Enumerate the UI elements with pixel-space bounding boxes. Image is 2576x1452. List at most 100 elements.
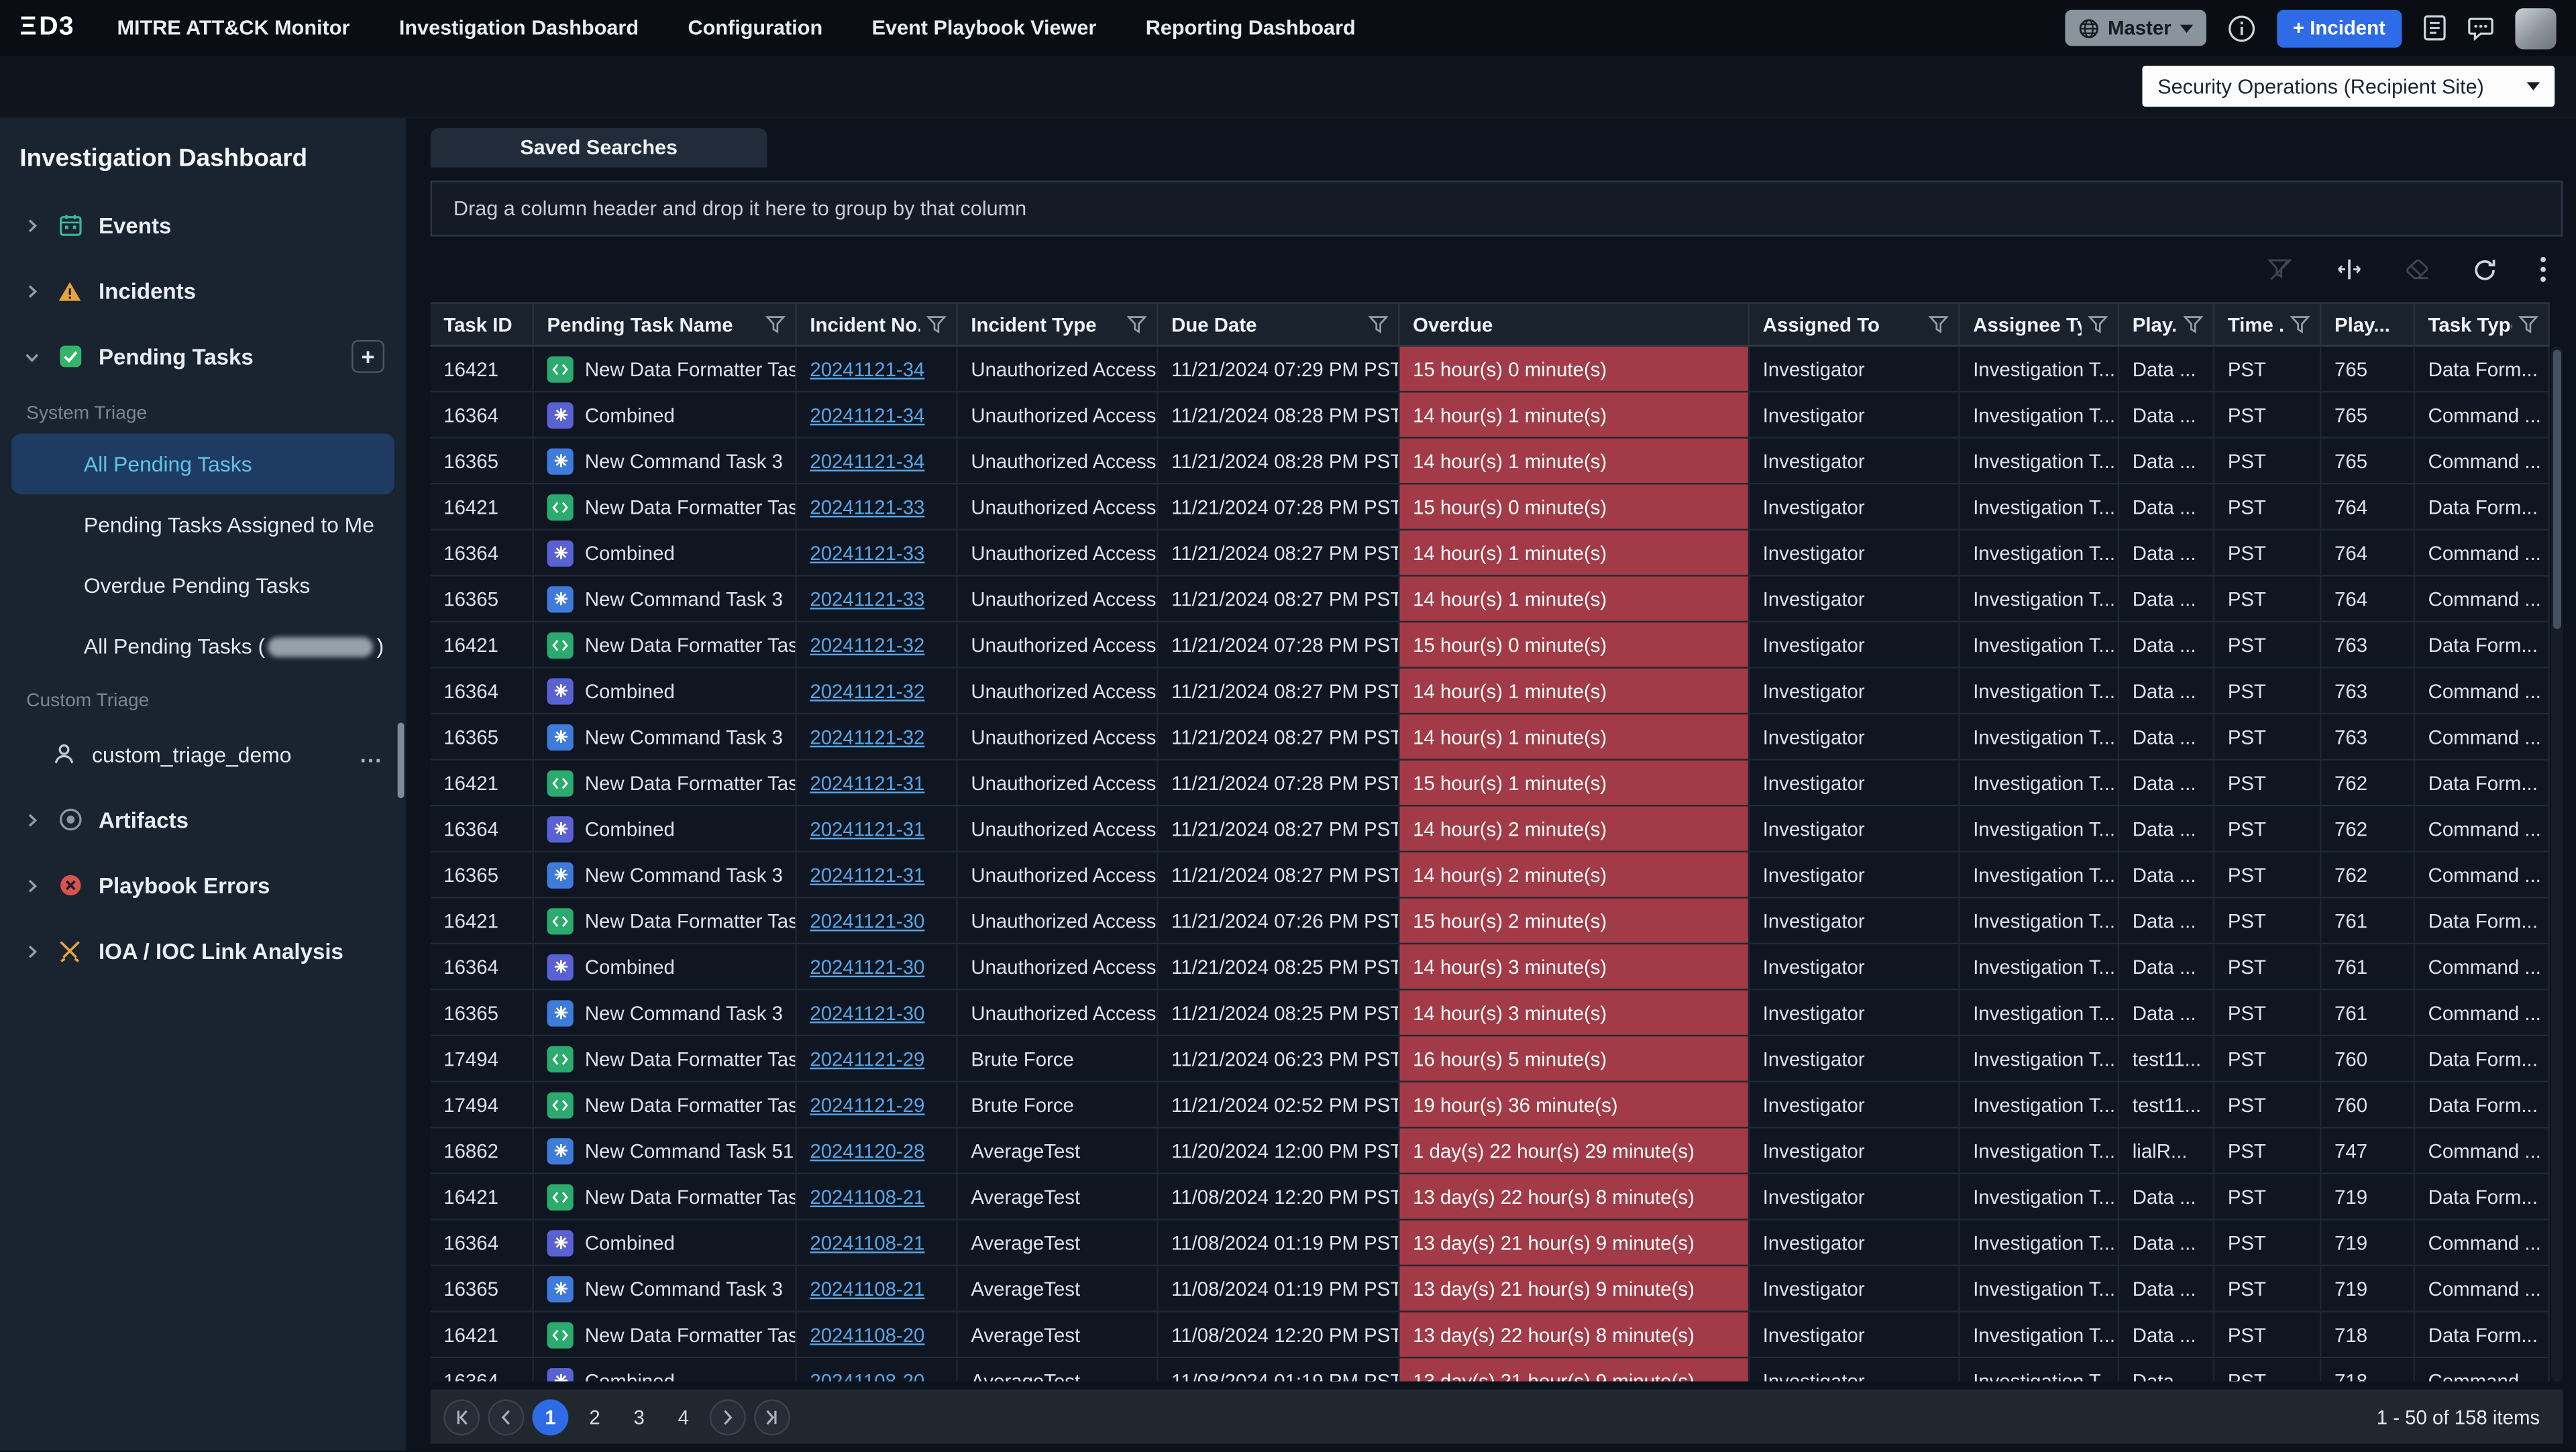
incident-link[interactable]: 20241108-20 — [810, 1369, 924, 1381]
table-row[interactable]: 17494New Data Formatter Task 6820241121-… — [431, 1036, 2550, 1082]
filter-icon[interactable] — [1922, 315, 1948, 333]
pager-page-2[interactable]: 2 — [577, 1398, 613, 1435]
sidebar-item-ioa-ioc-link-analysis[interactable]: IOA / IOC Link Analysis — [0, 918, 406, 984]
sidebar-item-overdue-pending-tasks[interactable]: Overdue Pending Tasks — [11, 555, 394, 616]
pager-last-button[interactable] — [754, 1398, 790, 1435]
column-header-playbook[interactable]: Play... — [2119, 304, 2214, 345]
table-row[interactable]: 16862New Command Task 5120241120-28Avera… — [431, 1128, 2550, 1174]
incident-link[interactable]: 20241108-21 — [810, 1185, 924, 1208]
filter-icon[interactable] — [2177, 315, 2203, 333]
table-row[interactable]: 16421New Data Formatter Task 1420241121-… — [431, 899, 2550, 945]
pager-next-button[interactable] — [710, 1398, 746, 1435]
table-row[interactable]: 16364Combined20241121-31Unauthorized Acc… — [431, 806, 2550, 852]
table-row[interactable]: 16364Combined20241121-32Unauthorized Acc… — [431, 669, 2550, 715]
table-row[interactable]: 16365New Command Task 320241121-30Unauth… — [431, 991, 2550, 1037]
filter-icon[interactable] — [2284, 315, 2310, 333]
groupby-dropzone[interactable]: Drag a column header and drop it here to… — [431, 180, 2563, 236]
sidebar-item-pending-tasks[interactable]: Pending Tasks+ — [0, 323, 406, 389]
column-header-play_num[interactable]: Play... — [2321, 304, 2415, 345]
sidebar-item-all-pending-tasks[interactable]: All Pending Tasks — [11, 434, 394, 495]
nav-item-investigation-dashboard[interactable]: Investigation Dashboard — [399, 16, 639, 39]
clear-filters-icon[interactable] — [2405, 259, 2430, 280]
table-row[interactable]: 16364Combined20241121-30Unauthorized Acc… — [431, 944, 2550, 991]
table-row[interactable]: 17494New Data Formatter Task 6820241121-… — [431, 1082, 2550, 1129]
sidebar-item-events[interactable]: Events — [0, 192, 406, 258]
table-row[interactable]: 16421New Data Formatter Task 1420241121-… — [431, 484, 2550, 530]
chat-icon[interactable] — [2467, 15, 2493, 40]
sidebar-item-incidents[interactable]: Incidents — [0, 258, 406, 323]
more-menu-icon[interactable] — [2540, 256, 2546, 282]
grid-scrollbar-thumb[interactable] — [2553, 350, 2561, 629]
refresh-icon[interactable] — [2473, 257, 2498, 282]
incident-link[interactable]: 20241108-21 — [810, 1277, 924, 1300]
table-row[interactable]: 16365New Command Task 320241121-33Unauth… — [431, 577, 2550, 623]
incident-link[interactable]: 20241121-32 — [810, 725, 924, 748]
incident-link[interactable]: 20241121-31 — [810, 771, 924, 794]
incident-link[interactable]: 20241121-29 — [810, 1047, 924, 1070]
info-icon[interactable] — [2227, 14, 2255, 42]
column-header-task_name[interactable]: Pending Task Name — [534, 304, 797, 345]
table-row[interactable]: 16365New Command Task 320241121-34Unauth… — [431, 439, 2550, 485]
table-row[interactable]: 16421New Data Formatter Task 1420241121-… — [431, 622, 2550, 669]
fit-columns-icon[interactable] — [2336, 258, 2362, 280]
table-row[interactable]: 16421New Data Formatter Task 1420241121-… — [431, 761, 2550, 807]
tab-saved-searches[interactable]: Saved Searches — [431, 128, 767, 168]
pager-prev-button[interactable] — [488, 1398, 524, 1435]
table-row[interactable]: 16364Combined20241108-20AverageTest11/08… — [431, 1358, 2550, 1381]
pager-page-3[interactable]: 3 — [621, 1398, 657, 1435]
incident-link[interactable]: 20241120-28 — [810, 1139, 924, 1162]
table-row[interactable]: 16364Combined20241121-33Unauthorized Acc… — [431, 530, 2550, 577]
sidebar-item-pending-tasks-assigned-to-me[interactable]: Pending Tasks Assigned to Me — [11, 494, 394, 555]
incident-link[interactable]: 20241121-34 — [810, 357, 924, 380]
filter-icon[interactable] — [2082, 315, 2108, 333]
filter-disabled-icon[interactable] — [2267, 258, 2294, 280]
nav-item-configuration[interactable]: Configuration — [688, 16, 823, 39]
sidebar-item-custom-triage-demo[interactable]: custom_triage_demo... — [0, 721, 406, 787]
master-dropdown[interactable]: Master — [2065, 10, 2206, 46]
filter-icon[interactable] — [920, 315, 946, 333]
table-row[interactable]: 16421New Data Formatter Task 1420241108-… — [431, 1313, 2550, 1359]
column-header-assigned_to[interactable]: Assigned To — [1750, 304, 1960, 345]
pager-first-button[interactable] — [443, 1398, 480, 1435]
incident-link[interactable]: 20241121-30 — [810, 1001, 924, 1024]
pager-page-1[interactable]: 1 — [532, 1398, 568, 1435]
column-header-task_id[interactable]: Task ID — [431, 304, 534, 345]
column-header-assignee_type[interactable]: Assignee Ty... — [1960, 304, 2120, 345]
incident-link[interactable]: 20241121-33 — [810, 541, 924, 564]
column-header-incident_no[interactable]: Incident No. — [797, 304, 958, 345]
incident-link[interactable]: 20241121-34 — [810, 403, 924, 426]
incident-link[interactable]: 20241121-30 — [810, 909, 924, 932]
grid-scrollbar[interactable] — [2551, 347, 2563, 1382]
incident-link[interactable]: 20241121-32 — [810, 679, 924, 702]
incident-link[interactable]: 20241121-31 — [810, 817, 924, 840]
incident-link[interactable]: 20241108-20 — [810, 1323, 924, 1346]
incident-link[interactable]: 20241121-31 — [810, 863, 924, 886]
filter-icon[interactable] — [2512, 315, 2538, 333]
incident-link[interactable]: 20241121-32 — [810, 633, 924, 656]
table-row[interactable]: 16421New Data Formatter Task 1420241108-… — [431, 1174, 2550, 1221]
sidebar-item-playbook-errors[interactable]: Playbook Errors — [0, 852, 406, 918]
column-header-time[interactable]: Time ... — [2214, 304, 2321, 345]
filter-icon[interactable] — [1362, 315, 1388, 333]
table-row[interactable]: 16364Combined20241108-21AverageTest11/08… — [431, 1221, 2550, 1267]
column-header-due_date[interactable]: Due Date — [1159, 304, 1400, 345]
incident-link[interactable]: 20241121-33 — [810, 495, 924, 518]
table-row[interactable]: 16365New Command Task 320241108-21Averag… — [431, 1266, 2550, 1313]
incident-link[interactable]: 20241121-29 — [810, 1093, 924, 1116]
incident-link[interactable]: 20241121-33 — [810, 588, 924, 610]
document-icon[interactable] — [2423, 15, 2446, 41]
more-icon[interactable]: ... — [360, 742, 383, 767]
add-incident-button[interactable]: + Incident — [2276, 9, 2402, 46]
filter-icon[interactable] — [1120, 315, 1146, 333]
sidebar-scrollbar[interactable] — [398, 723, 405, 799]
table-row[interactable]: 16365New Command Task 320241121-32Unauth… — [431, 714, 2550, 761]
user-avatar[interactable] — [2515, 7, 2556, 48]
nav-item-mitre-att-ck-monitor[interactable]: MITRE ATT&CK Monitor — [117, 16, 350, 39]
table-row[interactable]: 16421New Data Formatter Task 1420241121-… — [431, 347, 2550, 393]
site-selector[interactable]: Security Operations (Recipient Site) — [2143, 66, 2555, 107]
nav-item-event-playbook-viewer[interactable]: Event Playbook Viewer — [872, 16, 1097, 39]
incident-link[interactable]: 20241121-30 — [810, 955, 924, 978]
add-icon[interactable]: + — [352, 340, 384, 373]
d3-logo[interactable]: Ξ D3 — [19, 13, 74, 43]
column-header-incident_type[interactable]: Incident Type — [958, 304, 1159, 345]
